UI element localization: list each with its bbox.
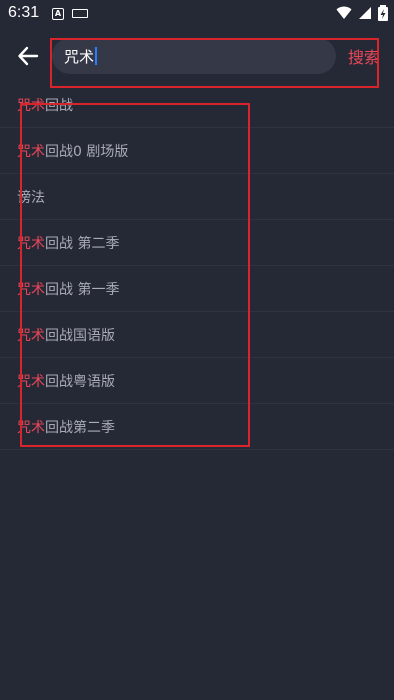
suggestion-highlight: 咒术 (17, 419, 45, 436)
status-bar: 6:31 A (0, 0, 394, 28)
suggestion-text: 回战国语版 (45, 327, 115, 344)
suggestion-item[interactable]: 咒术 回战国语版 (0, 312, 394, 358)
suggestion-highlight: 咒术 (17, 235, 45, 252)
battery-charging-icon (378, 5, 388, 21)
suggestion-item[interactable]: 咒术 回战 第一季 (0, 266, 394, 312)
signal-icon (359, 7, 371, 19)
status-time: 6:31 (8, 4, 40, 21)
suggestion-highlight: 咒术 (17, 327, 45, 344)
suggestion-item[interactable]: 咒术 回战粤语版 (0, 358, 394, 404)
back-button[interactable] (14, 42, 42, 70)
suggestion-text: 谤法 (17, 189, 45, 206)
suggestion-item[interactable]: 咒术 回战第二季 (0, 404, 394, 450)
notification-a-icon: A (52, 8, 64, 20)
search-screen: 6:31 A 咒术 搜索 咒术 回战 咒术 回战0 剧场版 谤法 咒术 回战 第… (0, 0, 394, 700)
suggestion-highlight: 咒术 (17, 143, 45, 160)
search-header: 咒术 搜索 (0, 28, 394, 86)
suggestion-list: 咒术 回战 咒术 回战0 剧场版 谤法 咒术 回战 第二季 咒术 回战 第一季 咒术 回战… (0, 82, 394, 450)
arrow-left-icon (18, 46, 39, 66)
suggestion-highlight: 咒术 (17, 97, 45, 114)
suggestion-text: 回战 第二季 (45, 235, 120, 252)
suggestion-item[interactable]: 咒术 回战 (0, 82, 394, 128)
suggestion-item[interactable]: 谤法 (0, 174, 394, 220)
status-icons (336, 5, 388, 21)
search-input[interactable]: 咒术 (64, 46, 98, 67)
text-cursor (95, 47, 98, 65)
suggestion-text: 回战粤语版 (45, 373, 115, 390)
suggestion-text: 回战第二季 (45, 419, 115, 436)
search-box[interactable]: 咒术 (52, 38, 336, 74)
wifi-icon (336, 6, 352, 19)
suggestion-highlight: 咒术 (17, 281, 45, 298)
suggestion-text: 回战 第一季 (45, 281, 120, 298)
suggestion-highlight: 咒术 (17, 373, 45, 390)
suggestion-text: 回战0 剧场版 (45, 143, 129, 160)
search-query-text: 咒术 (64, 47, 95, 66)
suggestion-item[interactable]: 咒术 回战 第二季 (0, 220, 394, 266)
suggestion-text: 回战 (45, 97, 73, 114)
keyboard-icon (72, 9, 88, 18)
suggestion-item[interactable]: 咒术 回战0 剧场版 (0, 128, 394, 174)
search-button[interactable]: 搜索 (348, 44, 380, 68)
